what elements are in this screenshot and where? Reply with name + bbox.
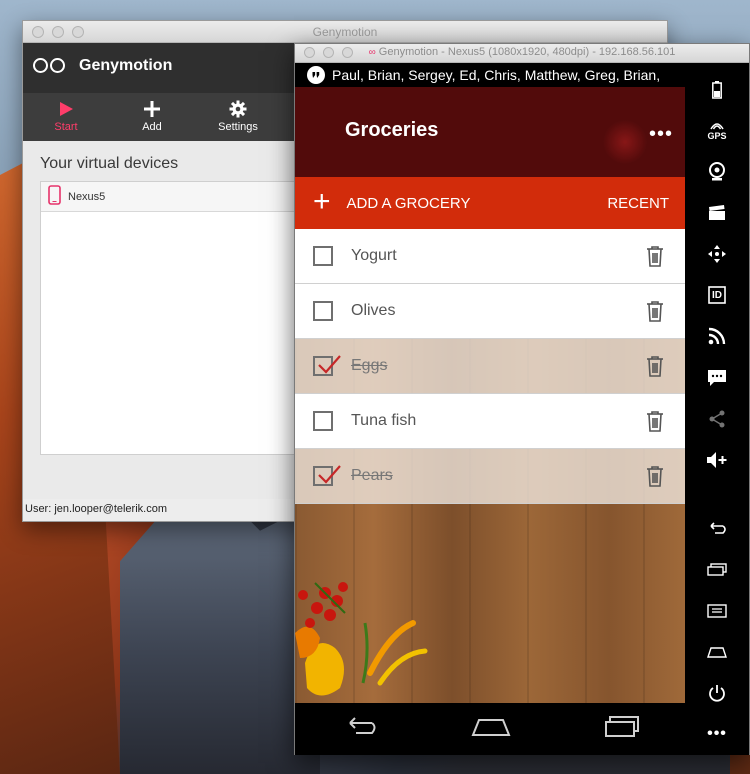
overflow-menu-icon[interactable]: ••• <box>649 124 673 144</box>
id-icon[interactable]: ID <box>685 275 749 316</box>
trash-icon[interactable] <box>645 410 665 437</box>
device-screen: Paul, Brian, Sergey, Ed, Chris, Matthew,… <box>295 63 687 703</box>
list-item[interactable]: Yogurt <box>295 229 687 284</box>
list-item[interactable]: Olives <box>295 284 687 339</box>
checkbox-checked[interactable] <box>313 465 341 486</box>
recent-apps-icon[interactable] <box>685 549 749 590</box>
add-label: Add <box>142 121 162 133</box>
webcam-icon[interactable] <box>685 151 749 192</box>
gps-label: GPS <box>707 130 727 141</box>
start-button[interactable]: Start <box>23 93 109 141</box>
grocery-list: Yogurt Olives Eggs Tuna fish Pears <box>295 229 687 504</box>
page-title: Groceries <box>345 119 439 141</box>
add-button[interactable]: Add <box>109 93 195 141</box>
item-label: Pears <box>351 467 393 484</box>
hangouts-icon <box>307 66 325 84</box>
dpad-icon[interactable] <box>685 234 749 275</box>
genymotion-small-logo-icon: ∞ <box>368 47 376 58</box>
checkbox[interactable] <box>313 246 333 266</box>
play-icon <box>23 97 109 121</box>
emulator-window-title: ∞ Genymotion - Nexus5 (1080x1920, 480dpi… <box>295 46 749 58</box>
trash-icon[interactable] <box>645 465 665 492</box>
add-plus-icon[interactable]: + <box>313 186 331 217</box>
item-label: Tuna fish <box>351 412 417 429</box>
emulator-sidebar: GPS ID ••• <box>685 63 749 755</box>
gps-icon[interactable]: GPS <box>685 110 749 151</box>
notification-bar[interactable]: Paul, Brian, Sergey, Ed, Chris, Matthew,… <box>295 63 687 87</box>
volume-up-icon[interactable] <box>685 439 749 480</box>
share-icon[interactable] <box>685 398 749 439</box>
sms-icon[interactable] <box>685 357 749 398</box>
phone-icon <box>48 185 61 208</box>
emulator-titlebar[interactable]: ∞ Genymotion - Nexus5 (1080x1920, 480dpi… <box>295 44 749 63</box>
launcher-titlebar[interactable]: Genymotion <box>23 21 667 43</box>
checkbox[interactable] <box>313 411 333 431</box>
menu-icon[interactable] <box>685 590 749 631</box>
item-label: Yogurt <box>351 247 397 264</box>
list-item[interactable]: Pears <box>295 449 687 504</box>
id-label: ID <box>712 289 722 301</box>
rss-icon[interactable] <box>685 316 749 357</box>
list-item[interactable]: Tuna fish <box>295 394 687 449</box>
settings-label: Settings <box>218 121 258 133</box>
device-name: Nexus5 <box>68 190 106 203</box>
checkbox[interactable] <box>313 301 333 321</box>
nav-home-icon[interactable] <box>471 717 511 742</box>
app-header: Groceries ••• <box>295 87 687 177</box>
checkmark-icon <box>318 355 341 374</box>
checkbox-checked[interactable] <box>313 355 341 376</box>
clapper-icon[interactable] <box>685 192 749 233</box>
emulator-title-text: Genymotion - Nexus5 (1080x1920, 480dpi) … <box>378 46 676 58</box>
launcher-window-title: Genymotion <box>312 25 378 39</box>
add-grocery-button[interactable]: ADD A GROCERY <box>347 195 471 212</box>
gear-icon <box>195 97 281 121</box>
nav-back-icon[interactable] <box>342 716 378 742</box>
start-label: Start <box>54 121 78 133</box>
power-icon[interactable] <box>685 673 749 714</box>
trash-icon[interactable] <box>645 355 665 382</box>
recent-button[interactable]: RECENT <box>607 195 669 212</box>
home-icon[interactable] <box>685 632 749 673</box>
device-item-nexus5[interactable]: Nexus5 <box>41 182 295 212</box>
settings-button[interactable]: Settings <box>195 93 281 141</box>
android-nav-bar <box>295 703 687 755</box>
back-icon[interactable] <box>685 508 749 549</box>
vegetables-image <box>295 582 428 696</box>
emulator-window: ∞ Genymotion - Nexus5 (1080x1920, 480dpi… <box>294 43 750 755</box>
genymotion-logo-icon <box>33 58 65 73</box>
notification-text: Paul, Brian, Sergey, Ed, Chris, Matthew,… <box>332 67 661 83</box>
device-list: Nexus5 <box>40 181 296 455</box>
battery-icon[interactable] <box>685 69 749 110</box>
nav-recent-apps-icon[interactable] <box>604 715 640 743</box>
item-label: Olives <box>351 302 396 319</box>
plus-icon <box>109 97 195 121</box>
checkmark-icon <box>318 465 341 484</box>
trash-icon[interactable] <box>645 300 665 327</box>
add-grocery-bar: + ADD A GROCERY RECENT <box>295 177 687 229</box>
app-name: Genymotion <box>79 57 173 74</box>
item-label: Eggs <box>351 357 388 374</box>
trash-icon[interactable] <box>645 245 665 272</box>
list-item[interactable]: Eggs <box>295 339 687 394</box>
more-icon[interactable]: ••• <box>685 714 749 755</box>
